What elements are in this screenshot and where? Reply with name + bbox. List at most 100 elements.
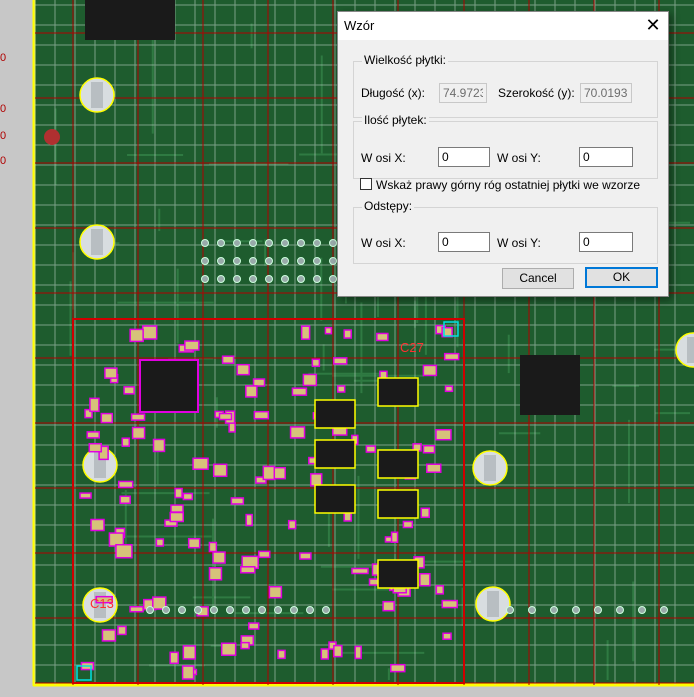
smd-pad — [245, 385, 258, 398]
via-hole — [265, 239, 273, 247]
smd-pad — [262, 465, 276, 481]
smd-pad — [79, 492, 92, 499]
smd-pad — [333, 357, 348, 365]
count-y-input[interactable] — [579, 147, 633, 167]
smd-pad — [220, 642, 237, 656]
via-hole — [249, 275, 257, 283]
smd-pad — [119, 495, 131, 505]
via-hole — [528, 606, 536, 614]
smd-pad — [422, 364, 438, 377]
count-group: Ilość płytek: W osi X: W osi Y: — [353, 113, 658, 179]
smd-pad — [100, 412, 114, 424]
via-hole — [233, 239, 241, 247]
via-hole — [638, 606, 646, 614]
smd-pad — [240, 566, 256, 574]
smd-pad — [101, 629, 117, 642]
via-hole — [550, 606, 558, 614]
via-hole — [297, 275, 305, 283]
smd-pad — [88, 442, 103, 453]
via-hole — [249, 257, 257, 265]
power-component — [314, 484, 356, 514]
cancel-button[interactable]: Cancel — [502, 268, 574, 289]
via-hole — [616, 606, 624, 614]
smd-pad — [351, 567, 369, 575]
length-label: Długość (x): — [361, 86, 426, 100]
smd-pad — [90, 518, 105, 532]
smd-pad — [169, 511, 184, 523]
power-component — [377, 489, 419, 519]
corner-checkbox-label[interactable]: Wskaż prawy górny róg ostatniej płytki w… — [376, 178, 640, 192]
smd-pad — [257, 550, 271, 559]
smd-pad — [131, 426, 146, 440]
smd-pad — [192, 457, 209, 471]
smd-pad — [420, 507, 430, 519]
count-x-input[interactable] — [438, 147, 490, 167]
label-c27: C27 — [400, 340, 424, 355]
dialog-titlebar[interactable]: Wzór ✕ — [338, 12, 668, 40]
smd-pad — [212, 551, 226, 564]
count-y-label: W osi Y: — [497, 151, 541, 165]
smd-pad — [212, 463, 228, 478]
count-group-title: Ilość płytek: — [362, 113, 429, 127]
ok-button[interactable]: OK — [585, 267, 658, 288]
via-hole — [329, 257, 337, 265]
smd-pad — [221, 355, 235, 364]
smd-pad — [302, 373, 318, 387]
smd-pad — [354, 645, 362, 660]
smd-pad — [426, 463, 442, 473]
via-hole — [258, 606, 266, 614]
length-field — [439, 83, 487, 103]
ic-top-left — [85, 0, 175, 40]
via-hole — [306, 606, 314, 614]
smd-pad — [115, 543, 133, 559]
smd-pad — [422, 444, 436, 454]
smd-pad — [184, 340, 200, 351]
spacing-group-title: Odstępy: — [362, 199, 415, 213]
via-hole — [217, 275, 225, 283]
via-hole — [233, 257, 241, 265]
smd-pad — [253, 410, 270, 420]
smd-pad — [402, 520, 414, 529]
via-hole — [274, 606, 282, 614]
smd-pad — [299, 552, 312, 560]
via-hole — [178, 606, 186, 614]
via-hole — [506, 606, 514, 614]
spacing-x-input[interactable] — [438, 232, 490, 252]
via-hole — [329, 275, 337, 283]
smd-pad — [174, 487, 183, 499]
via-hole — [217, 257, 225, 265]
ruler-mark: 0 — [0, 52, 7, 64]
smd-pad — [228, 422, 236, 433]
via-hole — [313, 275, 321, 283]
via-hole — [226, 606, 234, 614]
via-hole — [201, 239, 209, 247]
smd-pad — [291, 387, 308, 396]
power-component — [314, 439, 356, 469]
via-hole — [194, 606, 202, 614]
ruler-mark: 0 — [0, 103, 7, 115]
label-c13: C13 — [90, 596, 114, 611]
power-component — [314, 399, 356, 429]
close-icon[interactable]: ✕ — [638, 12, 668, 40]
smd-pad — [311, 358, 321, 368]
smd-pad — [252, 378, 266, 387]
power-component — [377, 449, 419, 479]
smd-pad — [336, 385, 346, 393]
via-hole — [233, 275, 241, 283]
via-hole — [201, 257, 209, 265]
smd-pad — [419, 573, 431, 587]
smd-pad — [245, 513, 253, 527]
spacing-y-input[interactable] — [579, 232, 633, 252]
power-component — [377, 377, 419, 407]
via-hole — [162, 606, 170, 614]
smd-pad — [240, 641, 250, 650]
smd-pad — [435, 428, 452, 441]
via-hole — [572, 606, 580, 614]
via-hole — [281, 239, 289, 247]
smd-pad — [129, 605, 144, 613]
smd-pad — [169, 651, 179, 665]
width-label: Szerokość (y): — [498, 86, 575, 100]
width-field — [580, 83, 632, 103]
smd-pad — [236, 363, 250, 376]
corner-checkbox[interactable] — [360, 178, 372, 190]
